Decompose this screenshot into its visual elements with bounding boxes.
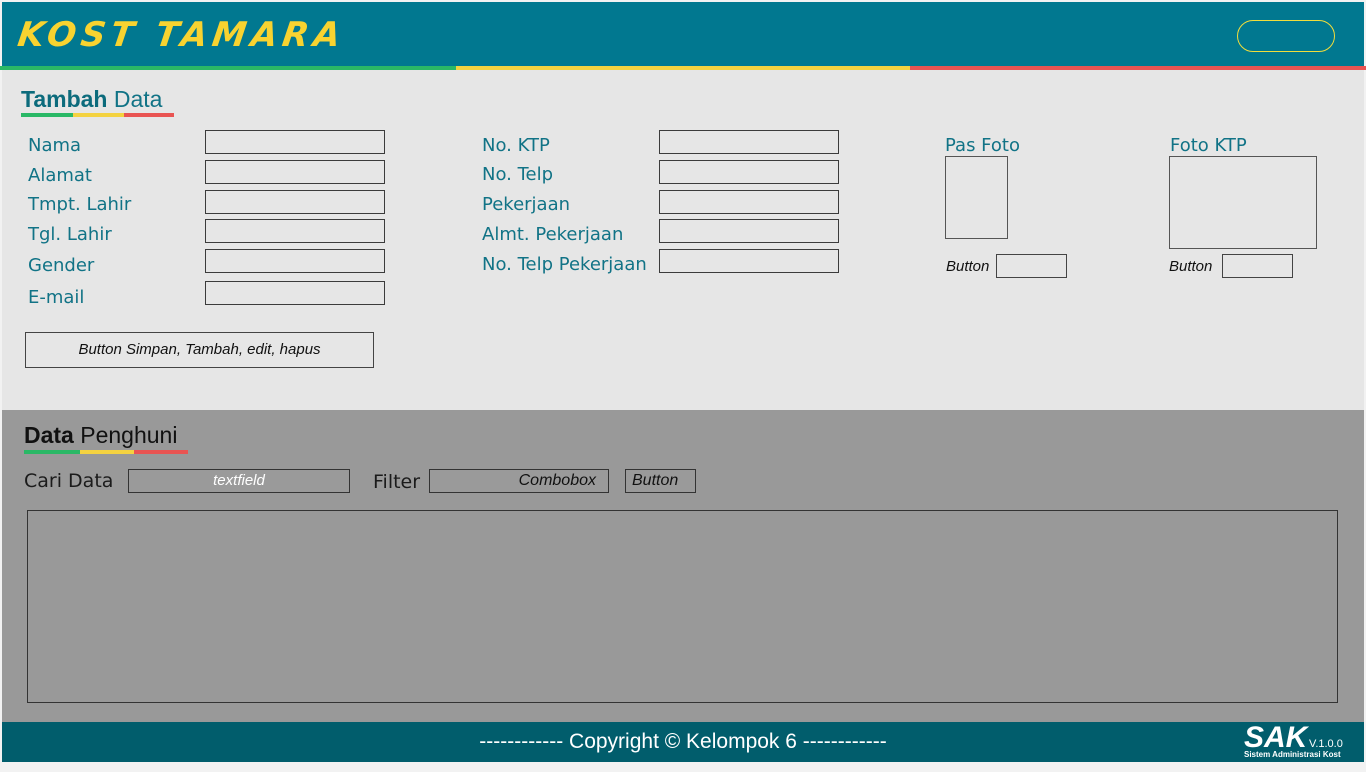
title-bold: Tambah [21,86,108,112]
email-field[interactable] [205,281,385,305]
pas-foto-image [945,156,1008,239]
title-underline-yellow [73,113,124,117]
label-tmpt-lahir: Tmpt. Lahir [28,194,132,215]
pekerjaan-field[interactable] [659,190,839,214]
app-logo: KOST TAMARA [15,15,348,55]
label-email: E-mail [28,287,85,308]
pas-foto-button[interactable] [996,254,1067,278]
label-tgl-lahir: Tgl. Lahir [28,224,112,245]
label-pekerjaan: Pekerjaan [482,194,571,215]
tgl-lahir-field[interactable] [205,219,385,243]
label-pas-foto: Pas Foto [945,135,1020,156]
filter-button[interactable]: Button [625,469,696,493]
simpan-tambah-edit-hapus-button[interactable]: Button Simpan, Tambah, edit, hapus [25,332,374,368]
title-underline-red [134,450,188,454]
label-filter: Filter [373,471,421,493]
nama-field[interactable] [205,130,385,154]
copyright-text: ------------ Copyright © Kelompok 6 ----… [479,730,887,753]
version-text: V.1.0.0 [1309,738,1343,750]
label-no-ktp: No. KTP [482,135,550,156]
label-foto-ktp: Foto KTP [1170,135,1247,156]
label-no-telp: No. Telp [482,164,554,185]
title-underline-green [21,113,73,117]
header-button[interactable] [1237,20,1335,52]
no-telp-field[interactable] [659,160,839,184]
filter-combobox[interactable]: Combobox [429,469,609,493]
foto-ktp-button-label: Button [1169,258,1213,275]
data-penghuni-table[interactable] [27,510,1338,703]
pas-foto-button-label: Button [946,258,990,275]
label-nama: Nama [28,135,82,156]
data-penghuni-title: Data Penghuni [24,422,177,449]
tmpt-lahir-field[interactable] [205,190,385,214]
foto-ktp-image [1169,156,1317,249]
title-rest: Penghuni [80,422,178,448]
label-almt-pekerjaan: Almt. Pekerjaan [482,224,624,245]
label-no-telp-pekerjaan: No. Telp Pekerjaan [482,254,647,275]
alamat-field[interactable] [205,160,385,184]
label-cari-data: Cari Data [24,470,114,492]
no-telp-pekerjaan-field[interactable] [659,249,839,273]
gender-field[interactable] [205,249,385,273]
title-bold: Data [24,422,74,448]
foto-ktp-button[interactable] [1222,254,1293,278]
title-underline-yellow [80,450,134,454]
no-ktp-field[interactable] [659,130,839,154]
title-underline-green [24,450,80,454]
label-gender: Gender [28,255,95,276]
sak-subtitle: Sistem Administrasi Kost [1244,750,1341,759]
search-input[interactable]: textfield [128,469,350,493]
label-alamat: Alamat [28,165,92,186]
title-underline-red [124,113,174,117]
tambah-data-title: Tambah Data [21,86,162,113]
almt-pekerjaan-field[interactable] [659,219,839,243]
title-rest: Data [113,86,163,112]
